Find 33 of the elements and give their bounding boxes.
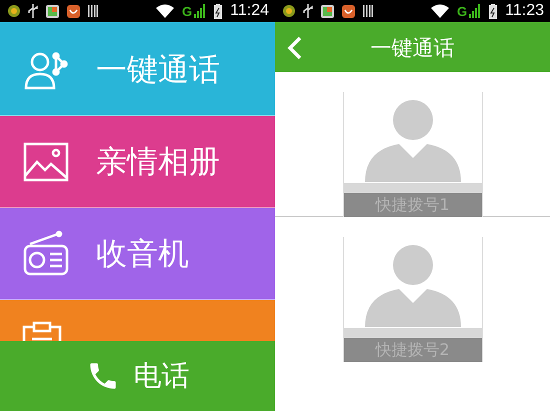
menu-label: 收音机 (96, 234, 189, 274)
app-icon (342, 4, 355, 18)
app-icon (283, 5, 295, 17)
clipboard-icon (22, 321, 62, 341)
menu-tile[interactable]: 一键通话 (0, 24, 275, 116)
barcode-icon (363, 5, 373, 17)
screen-title: 一键通话 (370, 35, 454, 62)
network-type: G (457, 4, 468, 18)
wifi-icon (431, 4, 450, 18)
menu-label: 一键通话 (96, 50, 220, 90)
menu-tile[interactable] (0, 300, 275, 341)
network-type: G (182, 4, 192, 18)
signal-icon (469, 4, 482, 18)
barcode-icon (88, 5, 98, 17)
app-icon (67, 4, 80, 18)
usb-icon (303, 4, 313, 18)
phone-label: 电话 (134, 358, 190, 394)
phone-button[interactable]: 电话 (0, 341, 275, 411)
app-icon (321, 4, 334, 18)
radio-icon (22, 230, 70, 278)
battery-icon (214, 4, 222, 18)
signal-icon (194, 4, 206, 18)
menu-tile[interactable]: 亲情相册 (0, 116, 275, 208)
status-time: 11:23 (505, 2, 544, 20)
usb-icon (28, 4, 38, 18)
battery-icon (489, 4, 498, 18)
app-icon (8, 5, 20, 17)
menu-label: 亲情相册 (96, 142, 220, 182)
app-icon (46, 4, 59, 18)
status-time: 11:24 (230, 2, 269, 20)
back-icon[interactable] (287, 36, 303, 60)
menu-tile[interactable]: 收音机 (0, 208, 275, 300)
wifi-icon (156, 4, 174, 18)
